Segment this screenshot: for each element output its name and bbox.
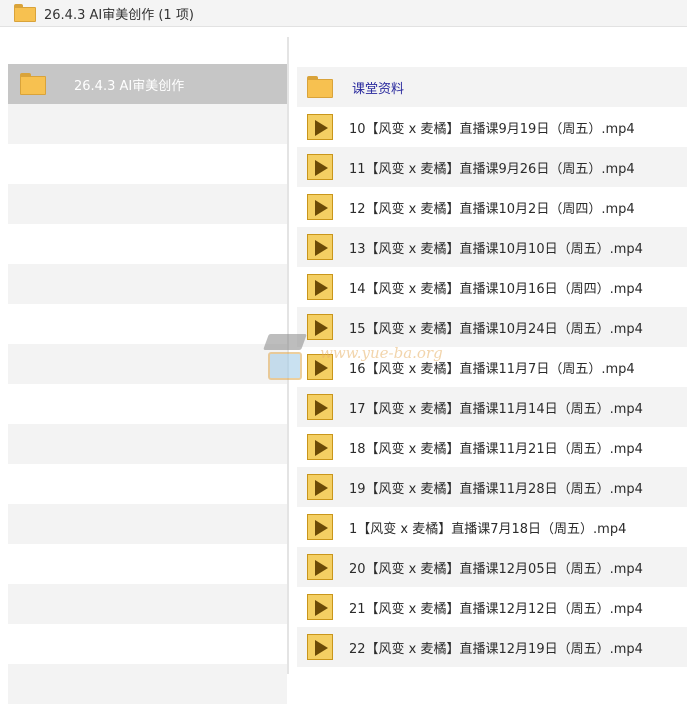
file-item[interactable]: 22【风变 x 麦橘】直播课12月19日（周五）.mp4 [297, 627, 687, 667]
file-item-label: 21【风变 x 麦橘】直播课12月12日（周五）.mp4 [349, 601, 643, 617]
video-file-icon [307, 154, 333, 180]
nav-stripe [8, 104, 287, 144]
file-item-label: 22【风变 x 麦橘】直播课12月19日（周五）.mp4 [349, 641, 643, 657]
file-item-label: 14【风变 x 麦橘】直播课10月16日（周四）.mp4 [349, 281, 643, 297]
video-file-icon [307, 354, 333, 380]
video-file-icon [307, 634, 333, 660]
video-file-icon [307, 314, 333, 340]
window-title: 26.4.3 AI审美创作 (1 项) [44, 7, 194, 23]
video-file-icon [307, 514, 333, 540]
file-item[interactable]: 16【风变 x 麦橘】直播课11月7日（周五）.mp4 [297, 347, 687, 387]
nav-stripe [8, 264, 287, 304]
file-item[interactable]: 15【风变 x 麦橘】直播课10月24日（周五）.mp4 [297, 307, 687, 347]
folder-item-label: 课堂资料 [352, 81, 405, 97]
file-item[interactable]: 1【风变 x 麦橘】直播课7月18日（周五）.mp4 [297, 507, 687, 547]
video-file-icon [307, 114, 333, 140]
folder-item[interactable]: 课堂资料 [297, 67, 687, 107]
file-item-label: 1【风变 x 麦橘】直播课7月18日（周五）.mp4 [349, 521, 627, 537]
file-item-label: 17【风变 x 麦橘】直播课11月14日（周五）.mp4 [349, 401, 643, 417]
video-file-icon [307, 474, 333, 500]
file-item[interactable]: 19【风变 x 麦橘】直播课11月28日（周五）.mp4 [297, 467, 687, 507]
file-item[interactable]: 11【风变 x 麦橘】直播课9月26日（周五）.mp4 [297, 147, 687, 187]
video-file-icon [307, 394, 333, 420]
file-item[interactable]: 10【风变 x 麦橘】直播课9月19日（周五）.mp4 [297, 107, 687, 147]
nav-stripe [8, 664, 287, 704]
video-file-icon [307, 594, 333, 620]
nav-item-selected-folder[interactable]: 26.4.3 AI审美创作 [8, 64, 287, 104]
video-file-icon [307, 554, 333, 580]
file-item-label: 15【风变 x 麦橘】直播课10月24日（周五）.mp4 [349, 321, 643, 337]
file-list: 课堂资料 10【风变 x 麦橘】直播课9月19日（周五）.mp4 11【风变 x… [289, 37, 687, 674]
navigation-pane[interactable]: 26.4.3 AI审美创作 [0, 37, 287, 704]
title-bar: 26.4.3 AI审美创作 (1 项) [0, 0, 687, 27]
file-item-label: 10【风变 x 麦橘】直播课9月19日（周五）.mp4 [349, 121, 635, 137]
video-file-icon [307, 274, 333, 300]
video-file-icon [307, 434, 333, 460]
nav-stripe [8, 504, 287, 544]
file-item-label: 12【风变 x 麦橘】直播课10月2日（周四）.mp4 [349, 201, 635, 217]
folder-icon [20, 73, 46, 95]
file-item[interactable]: 14【风变 x 麦橘】直播课10月16日（周四）.mp4 [297, 267, 687, 307]
folder-icon [14, 4, 36, 22]
file-item[interactable]: 17【风变 x 麦橘】直播课11月14日（周五）.mp4 [297, 387, 687, 427]
file-item[interactable]: 20【风变 x 麦橘】直播课12月05日（周五）.mp4 [297, 547, 687, 587]
folder-icon [307, 76, 333, 98]
file-item-label: 11【风变 x 麦橘】直播课9月26日（周五）.mp4 [349, 161, 635, 177]
nav-item-label: 26.4.3 AI审美创作 [74, 78, 185, 94]
nav-stripe [8, 184, 287, 224]
video-file-icon [307, 234, 333, 260]
nav-stripe [8, 424, 287, 464]
file-item-label: 16【风变 x 麦橘】直播课11月7日（周五）.mp4 [349, 361, 635, 377]
file-item-label: 18【风变 x 麦橘】直播课11月21日（周五）.mp4 [349, 441, 643, 457]
nav-stripe [8, 344, 287, 384]
file-item-label: 20【风变 x 麦橘】直播课12月05日（周五）.mp4 [349, 561, 643, 577]
file-item[interactable]: 13【风变 x 麦橘】直播课10月10日（周五）.mp4 [297, 227, 687, 267]
file-item-label: 13【风变 x 麦橘】直播课10月10日（周五）.mp4 [349, 241, 643, 257]
video-file-icon [307, 194, 333, 220]
file-item[interactable]: 18【风变 x 麦橘】直播课11月21日（周五）.mp4 [297, 427, 687, 467]
file-item-label: 19【风变 x 麦橘】直播课11月28日（周五）.mp4 [349, 481, 643, 497]
nav-stripe [8, 584, 287, 624]
file-item[interactable]: 12【风变 x 麦橘】直播课10月2日（周四）.mp4 [297, 187, 687, 227]
file-item[interactable]: 21【风变 x 麦橘】直播课12月12日（周五）.mp4 [297, 587, 687, 627]
